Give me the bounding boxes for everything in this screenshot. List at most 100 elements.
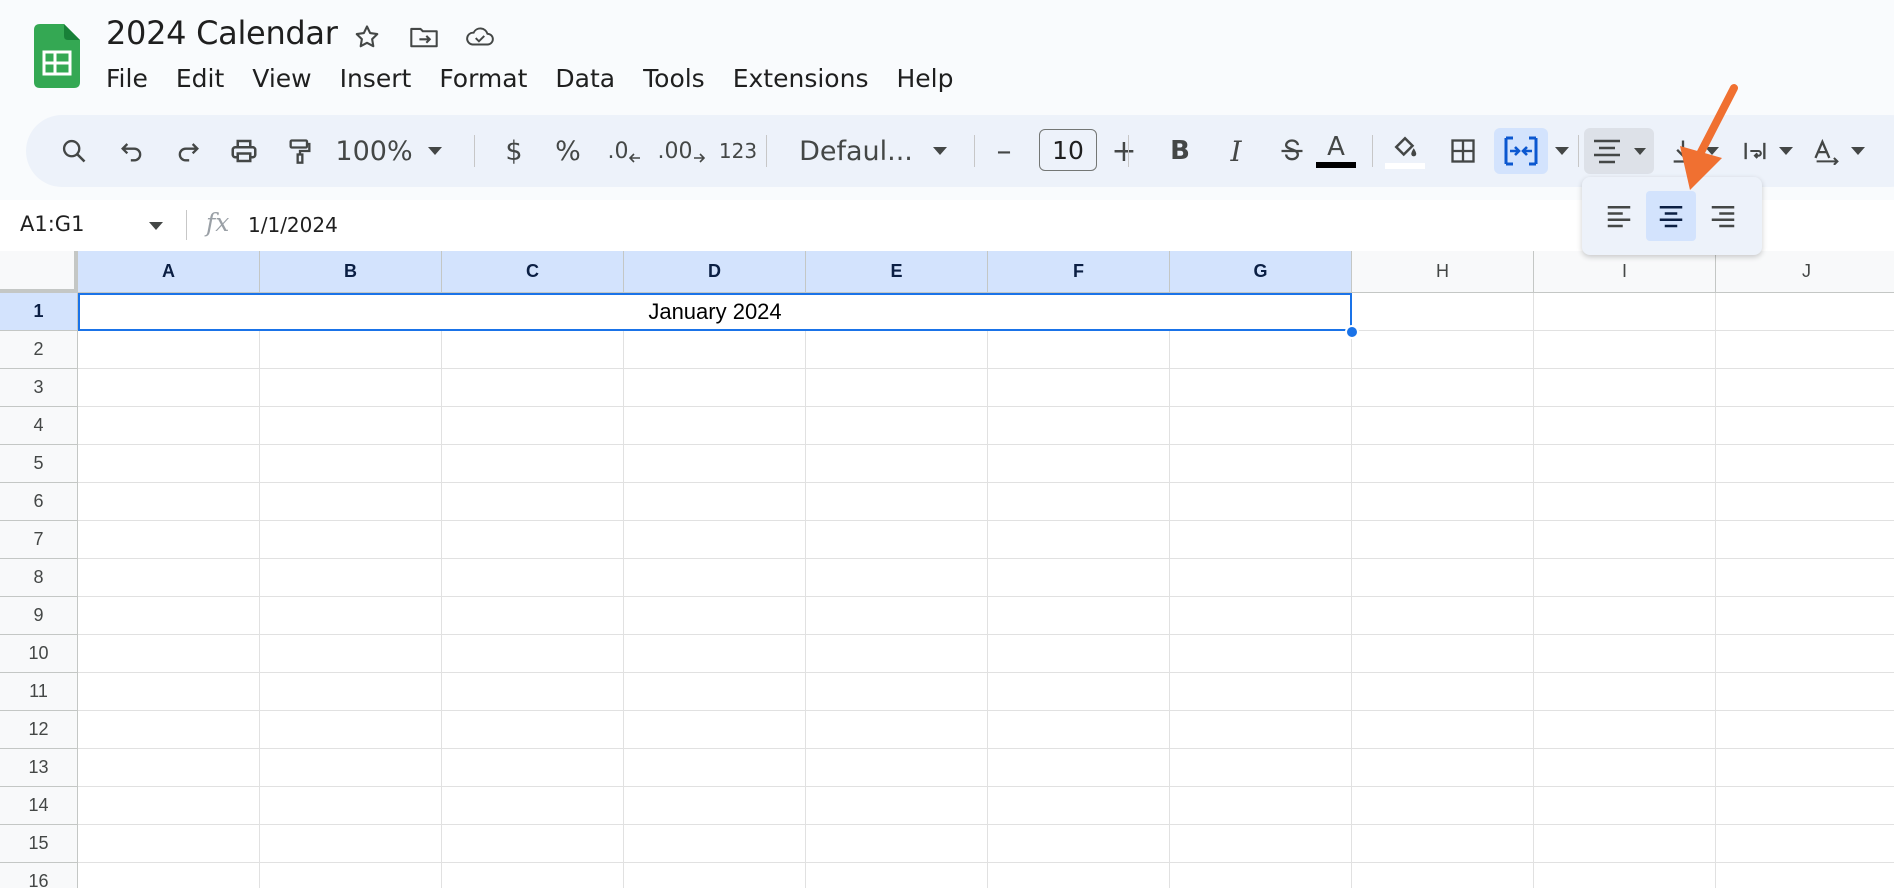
undo-icon[interactable] [112, 115, 152, 187]
align-right-icon [1711, 206, 1735, 228]
text-wrapping-dropdown-icon[interactable] [1774, 115, 1798, 187]
percent-format-button[interactable]: % [550, 115, 586, 187]
column-header-j[interactable]: J [1716, 251, 1894, 293]
merge-dropdown-icon[interactable] [1550, 115, 1574, 187]
toolbar-divider [766, 135, 767, 167]
redo-icon[interactable] [168, 115, 208, 187]
row-header-5[interactable]: 5 [0, 445, 78, 483]
row-gridline [78, 748, 1894, 749]
search-icon[interactable] [54, 115, 94, 187]
row-header-7[interactable]: 7 [0, 521, 78, 559]
header: 2024 Calendar File Edit View Insert Form… [0, 0, 1894, 240]
zoom-select[interactable]: 100% [335, 115, 412, 187]
horizontal-align-button[interactable] [1584, 128, 1654, 174]
row-header-13[interactable]: 13 [0, 749, 78, 787]
row-gridline [78, 710, 1894, 711]
row-header-12[interactable]: 12 [0, 711, 78, 749]
zoom-dropdown-icon[interactable] [420, 115, 450, 187]
decrease-font-size-button[interactable]: – [984, 115, 1024, 187]
row-header-4[interactable]: 4 [0, 407, 78, 445]
row-header-1[interactable]: 1 [0, 293, 78, 331]
formula-bar-divider [186, 210, 187, 240]
column-header-g[interactable]: G [1170, 251, 1352, 293]
star-icon[interactable] [352, 22, 382, 52]
menu-data[interactable]: Data [541, 60, 629, 96]
column-header-f[interactable]: F [988, 251, 1170, 293]
menu-view[interactable]: View [238, 60, 325, 96]
currency-format-button[interactable]: $ [496, 115, 532, 187]
text-rotation-icon[interactable] [1806, 115, 1848, 187]
menu-tools[interactable]: Tools [629, 60, 719, 96]
align-left-option[interactable] [1594, 191, 1644, 241]
move-folder-icon[interactable] [409, 22, 439, 52]
column-gridline [805, 293, 806, 888]
increase-decimal-button[interactable]: .00 [656, 115, 706, 187]
row-header-15[interactable]: 15 [0, 825, 78, 863]
borders-icon[interactable] [1442, 115, 1484, 187]
toolbar-divider [474, 135, 475, 167]
name-box[interactable]: A1:G1 [20, 212, 84, 236]
name-box-dropdown-icon[interactable] [149, 218, 163, 236]
column-gridline [1351, 293, 1352, 888]
text-color-button[interactable]: A [1310, 115, 1362, 187]
row-header-9[interactable]: 9 [0, 597, 78, 635]
row-header-2[interactable]: 2 [0, 331, 78, 369]
merged-cell-a1-g1[interactable]: January 2024 [78, 293, 1352, 331]
text-color-swatch [1316, 162, 1356, 168]
column-header-d[interactable]: D [624, 251, 806, 293]
column-header-i[interactable]: I [1534, 251, 1716, 293]
row-gridline [78, 596, 1894, 597]
column-gridline [623, 293, 624, 888]
row-gridline [78, 406, 1894, 407]
row-header-16[interactable]: 16 [0, 863, 78, 888]
align-center-option-icon [1659, 206, 1683, 228]
font-select[interactable]: Defaul... [788, 115, 924, 187]
column-header-c[interactable]: C [442, 251, 624, 293]
column-header-b[interactable]: B [260, 251, 442, 293]
text-rotation-dropdown-icon[interactable] [1846, 115, 1870, 187]
align-left-icon [1607, 206, 1631, 228]
menu-extensions[interactable]: Extensions [719, 60, 883, 96]
strikethrough-icon[interactable] [1272, 115, 1312, 187]
sheets-logo-icon[interactable] [34, 24, 80, 88]
paint-format-icon[interactable] [280, 115, 320, 187]
toolbar-divider [1128, 135, 1129, 167]
column-header-h[interactable]: H [1352, 251, 1534, 293]
fill-handle[interactable] [1345, 325, 1359, 339]
row-header-10[interactable]: 10 [0, 635, 78, 673]
row-header-8[interactable]: 8 [0, 559, 78, 597]
spreadsheet-grid[interactable]: ABCDEFGHIJ 1 2 3 4 5 6 7 8 9 10 11 12 13 14 15 16 Janua… [0, 251, 1894, 888]
formula-input[interactable]: 1/1/2024 [248, 213, 338, 237]
select-all-corner[interactable] [0, 251, 78, 293]
column-gridline [259, 293, 260, 888]
cloud-saved-icon[interactable] [465, 22, 495, 52]
more-formats-button[interactable]: 123 [712, 115, 764, 187]
row-gridline [78, 482, 1894, 483]
column-header-a[interactable]: A [78, 251, 260, 293]
decrease-decimal-button[interactable]: .0 [602, 115, 646, 187]
menu-edit[interactable]: Edit [162, 60, 238, 96]
print-icon[interactable] [224, 115, 264, 187]
merge-cells-button[interactable] [1494, 128, 1548, 174]
row-gridline [78, 824, 1894, 825]
bold-button[interactable]: B [1160, 115, 1200, 187]
fill-color-icon[interactable] [1380, 115, 1430, 187]
menu-file[interactable]: File [92, 60, 162, 96]
toolbar-divider [974, 135, 975, 167]
document-title[interactable]: 2024 Calendar [106, 14, 338, 52]
font-size-input[interactable]: 10 [1039, 129, 1097, 171]
row-header-6[interactable]: 6 [0, 483, 78, 521]
increase-font-size-button[interactable]: + [1104, 115, 1144, 187]
row-header-11[interactable]: 11 [0, 673, 78, 711]
row-header-14[interactable]: 14 [0, 787, 78, 825]
row-header-3[interactable]: 3 [0, 369, 78, 407]
column-header-e[interactable]: E [806, 251, 988, 293]
row-gridline [78, 558, 1894, 559]
menu-format[interactable]: Format [425, 60, 541, 96]
font-dropdown-icon[interactable] [928, 115, 952, 187]
row-gridline [78, 862, 1894, 863]
row-gridline [78, 368, 1894, 369]
menu-help[interactable]: Help [882, 60, 967, 96]
menu-insert[interactable]: Insert [326, 60, 426, 96]
italic-button[interactable]: I [1216, 115, 1256, 187]
